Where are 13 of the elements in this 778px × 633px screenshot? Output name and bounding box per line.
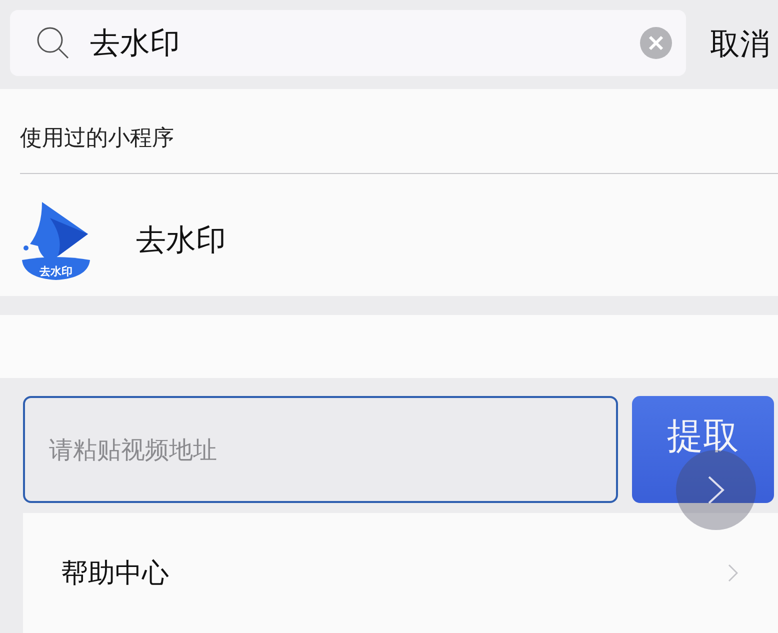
section-title: 使用过的小程序 (20, 89, 778, 174)
search-field[interactable]: 去水印 (90, 26, 620, 60)
search-bar[interactable]: 去水印 (10, 10, 686, 76)
cancel-button[interactable]: 取消 (710, 24, 770, 65)
menu-row[interactable]: 帮助中心 (23, 513, 778, 633)
extract-button[interactable]: 提取 (632, 396, 774, 504)
search-icon (36, 26, 70, 60)
menu-label: 帮助中心 (61, 557, 169, 592)
url-input-field[interactable]: 请粘贴视频地址 (23, 396, 618, 504)
mini-program-name: 去水印 (136, 222, 226, 260)
mini-program-item[interactable]: 去水印 去水印 (20, 174, 778, 282)
chevron-icon (728, 564, 738, 582)
chevron-icon (707, 475, 725, 506)
